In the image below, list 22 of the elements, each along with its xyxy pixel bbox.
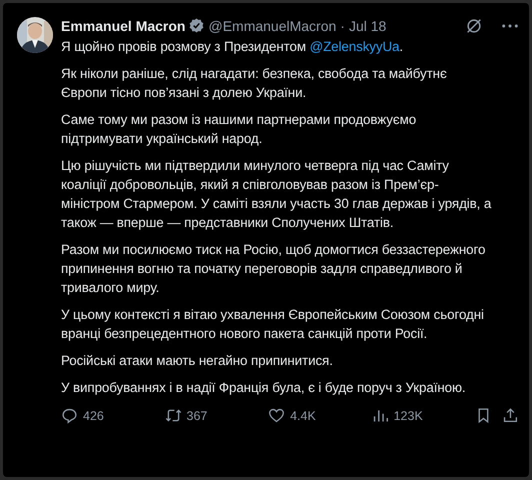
action-count: 123K: [394, 408, 423, 422]
post-paragraph: Російські атаки мають негайно припинитися.: [61, 352, 334, 370]
action-count: 4.4K: [290, 408, 316, 422]
share-icon[interactable]: [502, 407, 519, 424]
action-count: 367: [186, 408, 208, 422]
more-icon[interactable]: [501, 22, 519, 28]
post-paragraph: Як ніколи раніше, слід нагадати: безпека, свобода та майбутнє Європи тісно пов’язані з долею України.: [61, 65, 448, 102]
post-date[interactable]: Jul 18: [348, 18, 386, 34]
repost-icon[interactable]: [164, 407, 182, 424]
post-paragraph: Я щойно провів розмову з Президентом @ZelenskyyUa.: [61, 38, 404, 56]
post-paragraph: У випробуваннях і в надії Франція була, є і буде поруч з Україною.: [61, 379, 467, 397]
author-name[interactable]: Emmanuel Macron: [61, 18, 186, 34]
reply-icon[interactable]: [61, 407, 78, 424]
mention-link[interactable]: @ZelenskyyUa: [310, 39, 400, 54]
post-paragraph: Саме тому ми разом із нашими партнерами продовжуємо підтримувати український народ.: [61, 111, 418, 148]
post-paragraph: У цьому контексті я вітаю ухвалення Європейським Союзом сьогодні вранці безпрецедентного нового пакета санкцій проти Росії.: [61, 306, 485, 343]
heart-icon[interactable]: [268, 407, 286, 424]
author-handle[interactable]: @EmmanuelMacron: [208, 18, 336, 34]
post-paragraph: Разом ми посилюємо тиск на Росію, щоб домогтися беззастережного припинення вогню та початку переговорів задля справедливого й тривалого миру.: [61, 241, 486, 297]
post-paragraph: Цю рішучість ми підтвердили минулого четверга під час Саміту коаліції добровольців, який я співголовував разом із Прем’єр-міністром Стармером. У саміті взяли участь 30 глав держав і урядів, а також — вперше — представники Сполучених Штатів.: [61, 157, 492, 232]
separator-dot: ·: [340, 18, 345, 34]
action-count: 426: [83, 408, 104, 422]
